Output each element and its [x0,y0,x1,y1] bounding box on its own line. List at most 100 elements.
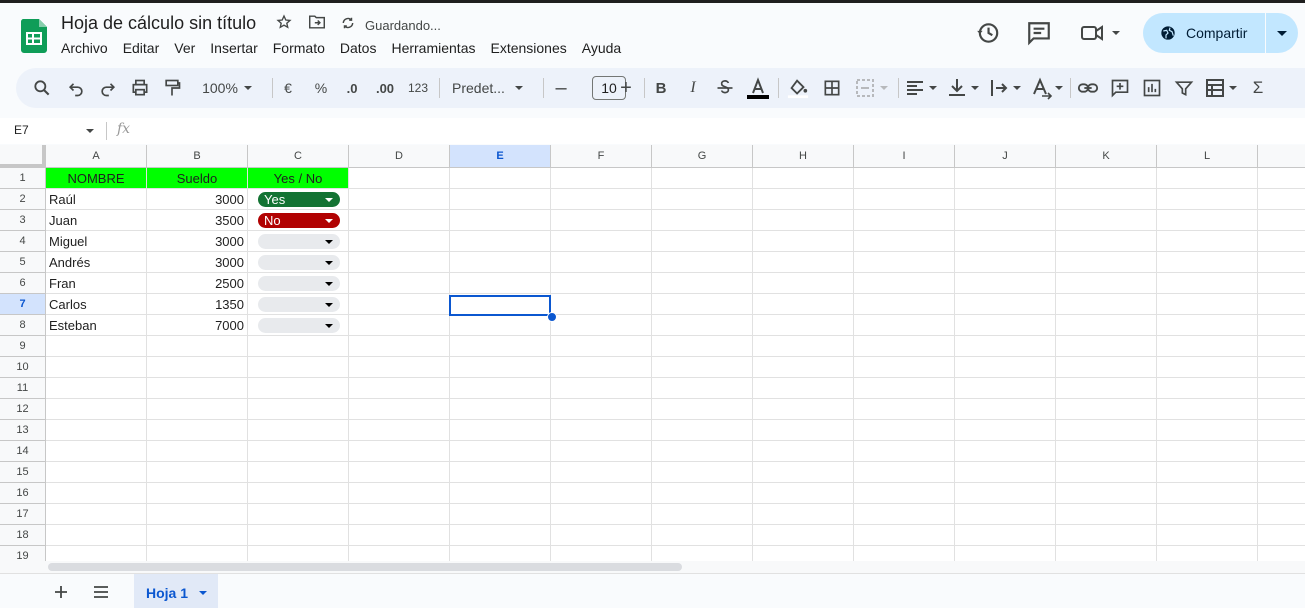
column-header-k[interactable]: K [1056,145,1157,168]
column-header-c[interactable]: C [248,145,349,168]
row-header-5[interactable]: 5 [0,252,46,273]
insert-comment-icon[interactable] [1110,76,1130,100]
active-cell-selection[interactable] [449,295,551,316]
dropdown-chip[interactable] [258,276,340,291]
increase-decimal-button[interactable]: .00 [371,76,399,100]
salary-cell[interactable]: 2500 [147,273,247,294]
column-header-b[interactable]: B [147,145,248,168]
sheet-tab-chevron-down-icon[interactable] [199,591,207,595]
column-header-l[interactable]: L [1157,145,1258,168]
comments-icon[interactable] [1026,20,1052,46]
column-header-d[interactable]: D [349,145,450,168]
column-header-a[interactable]: A [46,145,147,168]
dropdown-chip[interactable]: Yes [258,192,340,207]
row-header-6[interactable]: 6 [0,273,46,294]
salary-cell[interactable]: 7000 [147,315,247,336]
paint-format-icon[interactable] [162,76,182,100]
name-cell[interactable]: Miguel [46,231,146,252]
fill-color-icon[interactable] [787,76,809,100]
share-chevron-down-icon[interactable] [1277,31,1287,36]
text-wrapping-icon[interactable] [988,76,1024,100]
header-cell-sueldo[interactable]: Sueldo [147,168,247,188]
name-cell[interactable]: Juan [46,210,146,231]
dropdown-chip[interactable] [258,234,340,249]
move-folder-icon[interactable] [308,14,326,30]
row-header-16[interactable]: 16 [0,483,46,504]
row-header-7[interactable]: 7 [0,294,46,315]
column-header-j[interactable]: J [955,145,1056,168]
column-header-h[interactable]: H [753,145,854,168]
menu-extensiones[interactable]: Extensiones [490,40,566,60]
text-rotation-icon[interactable] [1030,76,1066,100]
sheet-tab-hoja-1[interactable]: Hoja 1 [134,574,218,608]
share-button[interactable]: Compartir [1143,13,1298,53]
dropdown-chip[interactable] [258,255,340,270]
column-header-g[interactable]: G [652,145,753,168]
star-icon[interactable] [276,14,292,30]
borders-icon[interactable] [822,76,842,100]
strikethrough-icon[interactable] [715,76,735,100]
sheets-logo-icon[interactable] [21,19,47,53]
dropdown-chip[interactable] [258,297,340,312]
header-cell-yes-no[interactable]: Yes / No [248,168,348,188]
font-size-decrease-button[interactable]: – [551,76,571,100]
currency-format-button[interactable]: € [278,76,298,100]
row-header-10[interactable]: 10 [0,357,46,378]
add-sheet-icon[interactable] [54,585,68,599]
menu-insertar[interactable]: Insertar [210,40,257,60]
salary-cell[interactable]: 3000 [147,252,247,273]
filter-views-icon[interactable] [1204,76,1240,100]
menu-ver[interactable]: Ver [174,40,195,60]
filter-icon[interactable] [1174,76,1194,100]
font-family-select[interactable]: Predet... [452,76,532,100]
meet-camera-icon[interactable] [1080,20,1104,46]
vertical-align-icon[interactable] [946,76,982,100]
name-cell[interactable]: Raúl [46,189,146,210]
menu-formato[interactable]: Formato [273,40,325,60]
zoom-select[interactable]: 100% [196,76,258,100]
row-header-19[interactable]: 19 [0,546,46,561]
document-title[interactable]: Hoja de cálculo sin título [61,13,256,34]
row-header-14[interactable]: 14 [0,441,46,462]
row-header-8[interactable]: 8 [0,315,46,336]
menu-datos[interactable]: Datos [340,40,377,60]
row-header-3[interactable]: 3 [0,210,46,231]
row-header-17[interactable]: 17 [0,504,46,525]
dropdown-chip[interactable]: No [258,213,340,228]
spreadsheet-grid[interactable]: A B C D E F G H I J K L 1 2 3 4 5 6 7 8 9 10 11 12 13 14 15 16 17 18 1… [0,145,1305,561]
fill-handle[interactable] [547,312,557,322]
select-all-corner[interactable] [0,145,46,168]
row-header-15[interactable]: 15 [0,462,46,483]
name-box-chevron-down-icon[interactable] [86,129,94,133]
more-formats-button[interactable]: 123 [405,76,431,100]
row-header-12[interactable]: 12 [0,399,46,420]
name-cell[interactable]: Esteban [46,315,146,336]
column-header-i[interactable]: I [854,145,955,168]
insert-link-icon[interactable] [1077,76,1099,100]
print-icon[interactable] [130,76,150,100]
decrease-decimal-button[interactable]: .0 [340,76,364,100]
bold-button[interactable]: B [651,76,671,100]
salary-cell[interactable]: 3000 [147,189,247,210]
row-header-11[interactable]: 11 [0,378,46,399]
dropdown-chip[interactable] [258,318,340,333]
version-history-icon[interactable] [975,20,1001,46]
insert-chart-icon[interactable] [1142,76,1162,100]
name-cell[interactable]: Andrés [46,252,146,273]
menu-ayuda[interactable]: Ayuda [582,40,621,60]
name-cell[interactable]: Fran [46,273,146,294]
horizontal-align-icon[interactable] [904,76,940,100]
scrollbar-thumb[interactable] [48,563,682,571]
percent-format-button[interactable]: % [311,76,331,100]
menu-editar[interactable]: Editar [123,40,160,60]
row-header-1[interactable]: 1 [0,168,46,189]
row-header-13[interactable]: 13 [0,420,46,441]
row-header-18[interactable]: 18 [0,525,46,546]
font-size-increase-button[interactable]: + [616,76,636,100]
text-color-icon[interactable] [746,76,770,100]
column-header-f[interactable]: F [551,145,652,168]
name-box[interactable]: E7 [14,123,29,137]
search-icon[interactable] [32,76,52,100]
row-header-4[interactable]: 4 [0,231,46,252]
row-header-9[interactable]: 9 [0,336,46,357]
